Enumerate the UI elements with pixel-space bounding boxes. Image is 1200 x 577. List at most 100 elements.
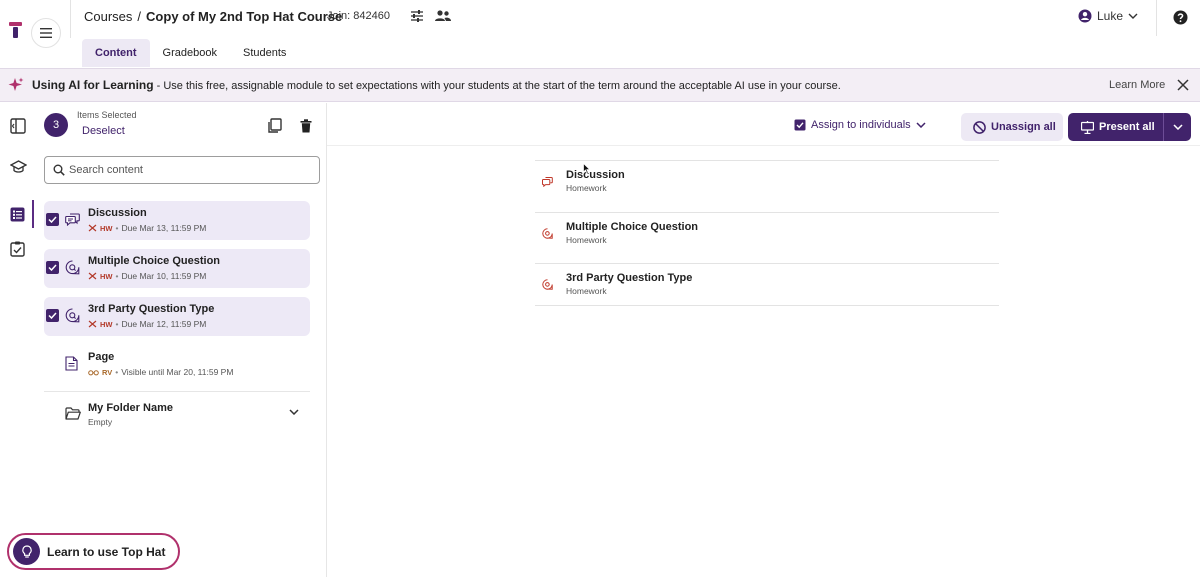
- item-due-date: Due Mar 13, 11:59 PM: [121, 223, 207, 233]
- folder-item[interactable]: My Folder Name Empty: [44, 397, 310, 436]
- item-meta: RV • Visible until Mar 20, 11:59 PM: [88, 367, 233, 377]
- left-rail: [0, 103, 36, 577]
- breadcrumb-courses-link[interactable]: Courses: [84, 9, 132, 24]
- hw-tag: HW: [100, 319, 113, 329]
- learn-more-link[interactable]: Learn More: [1109, 79, 1165, 91]
- discussion-icon: [542, 176, 553, 187]
- homework-icon: [88, 224, 97, 232]
- chevron-down-icon: [1128, 13, 1138, 19]
- tab-students[interactable]: Students: [230, 39, 299, 67]
- checkmark-icon: [48, 216, 57, 223]
- present-all-button[interactable]: Present all: [1068, 113, 1163, 141]
- preview-title: Discussion: [566, 169, 625, 181]
- trash-icon[interactable]: [300, 119, 312, 133]
- learn-label: Learn to use Top Hat: [47, 545, 166, 559]
- item-meta: HW • Due Mar 12, 11:59 PM: [88, 319, 206, 329]
- breadcrumb: Courses / Copy of My 2nd Top Hat Course: [84, 9, 342, 24]
- preview-item-discussion[interactable]: Discussion Homework: [535, 160, 999, 212]
- homework-icon: [88, 272, 97, 280]
- folder-status: Empty: [88, 417, 113, 427]
- graduation-cap-icon[interactable]: [10, 160, 27, 174]
- search-icon: [53, 164, 65, 176]
- item-title: 3rd Party Question Type: [88, 303, 215, 315]
- banner-message: Using AI for Learning - Use this free, a…: [32, 78, 841, 92]
- item-meta: HW • Due Mar 10, 11:59 PM: [88, 271, 206, 281]
- user-menu[interactable]: Luke: [1078, 9, 1138, 23]
- course-title: Copy of My 2nd Top Hat Course: [146, 9, 343, 24]
- deselect-link[interactable]: Deselect: [82, 125, 125, 137]
- header-divider-right: [1156, 0, 1157, 36]
- item-title: Multiple Choice Question: [88, 255, 221, 267]
- preview-item-3rd-party[interactable]: 3rd Party Question Type Homework: [535, 263, 999, 315]
- join-code: Join: 842460: [327, 10, 390, 22]
- item-checkbox[interactable]: [46, 213, 59, 226]
- unassign-all-button[interactable]: Unassign all: [961, 113, 1063, 141]
- chevron-down-icon: [916, 122, 926, 128]
- page-icon: [65, 356, 78, 371]
- settings-sliders-icon[interactable]: [410, 9, 424, 23]
- present-options-button[interactable]: [1163, 113, 1191, 141]
- hamburger-icon: [40, 28, 52, 38]
- tab-content[interactable]: Content: [82, 39, 150, 67]
- content-item-discussion[interactable]: Discussion HW • Due Mar 13, 11:59 PM: [44, 201, 310, 240]
- question-icon: [542, 228, 553, 239]
- question-icon: [65, 260, 80, 275]
- sidebar-toggle-icon[interactable]: [10, 118, 26, 134]
- checked-box-icon: [794, 119, 806, 131]
- assign-to-individuals-button[interactable]: Assign to individuals: [794, 119, 926, 131]
- lightbulb-icon: [13, 538, 40, 565]
- checkmark-icon: [48, 264, 57, 271]
- content-item-multiple-choice[interactable]: Multiple Choice Question HW • Due Mar 10…: [44, 249, 310, 288]
- hw-tag: HW: [100, 271, 113, 281]
- present-label: Present all: [1099, 121, 1155, 133]
- content-item-page[interactable]: Page RV • Visible until Mar 20, 11:59 PM: [44, 345, 310, 384]
- breadcrumb-separator: /: [137, 9, 142, 24]
- preview-item-multiple-choice[interactable]: Multiple Choice Question Homework: [535, 212, 999, 264]
- glasses-icon: [88, 369, 99, 375]
- item-due-date: Due Mar 10, 11:59 PM: [121, 271, 207, 281]
- preview-subtitle: Homework: [566, 235, 607, 245]
- assignment-check-icon[interactable]: [10, 241, 25, 257]
- toolbar-divider: [327, 145, 1200, 146]
- banner-title: Using AI for Learning: [32, 78, 154, 92]
- header-divider: [70, 0, 71, 38]
- close-icon[interactable]: [1177, 79, 1189, 91]
- help-icon[interactable]: [1173, 10, 1188, 25]
- mouse-cursor-icon: [583, 163, 591, 174]
- discussion-icon: [65, 212, 80, 226]
- item-title: Page: [88, 351, 115, 363]
- homework-icon: [88, 320, 97, 328]
- people-icon[interactable]: [434, 9, 452, 23]
- item-checkbox[interactable]: [46, 309, 59, 322]
- preview-subtitle: Homework: [566, 286, 607, 296]
- chevron-down-icon[interactable]: [289, 409, 299, 415]
- item-checkbox[interactable]: [46, 261, 59, 274]
- items-selected-label: Items Selected: [77, 110, 137, 120]
- search-input[interactable]: [69, 161, 309, 179]
- item-divider: [44, 391, 310, 392]
- selected-count-badge: 3: [44, 113, 68, 137]
- ai-learning-banner: Using AI for Learning - Use this free, a…: [0, 68, 1200, 102]
- question-icon: [542, 279, 553, 290]
- checkmark-icon: [48, 312, 57, 319]
- content-list-icon[interactable]: [10, 207, 25, 222]
- copy-icon[interactable]: [267, 118, 282, 133]
- preview-title: Multiple Choice Question: [566, 221, 699, 233]
- content-item-3rd-party[interactable]: 3rd Party Question Type HW • Due Mar 12,…: [44, 297, 310, 336]
- block-icon: [973, 120, 986, 134]
- learn-to-use-top-hat-button[interactable]: Learn to use Top Hat: [7, 533, 180, 570]
- tab-gradebook[interactable]: Gradebook: [150, 39, 230, 67]
- search-box: [44, 156, 320, 184]
- course-tabs: Content Gradebook Students: [82, 39, 299, 67]
- assign-label: Assign to individuals: [811, 119, 911, 131]
- rv-tag: RV: [102, 367, 113, 377]
- hamburger-menu-button[interactable]: [31, 18, 61, 48]
- item-title: Discussion: [88, 207, 147, 219]
- question-icon: [65, 308, 80, 323]
- presentation-icon: [1081, 120, 1094, 134]
- user-avatar-icon: [1078, 9, 1092, 23]
- preview-divider: [535, 305, 999, 306]
- banner-description: - Use this free, assignable module to se…: [153, 80, 841, 92]
- sparkle-icon: [8, 77, 24, 93]
- tophat-logo-icon[interactable]: [8, 22, 24, 40]
